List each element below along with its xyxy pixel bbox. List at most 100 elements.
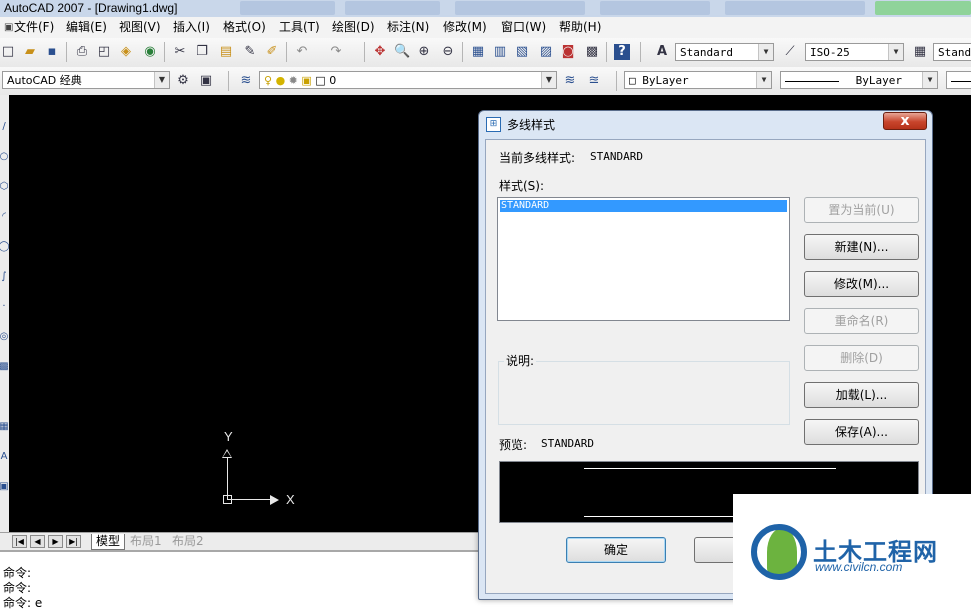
open-icon[interactable]: ▰ <box>22 44 38 60</box>
new-icon[interactable]: □ <box>0 44 16 60</box>
my-workspace-icon[interactable]: ▣ <box>198 73 214 89</box>
separator <box>228 71 229 91</box>
calculator-icon[interactable]: ▩ <box>584 44 600 60</box>
ok-button[interactable]: 确定 <box>566 537 666 563</box>
lineweight-select[interactable] <box>946 71 971 89</box>
first-tab-icon[interactable]: |◀ <box>12 535 27 548</box>
block-editor-icon[interactable]: ✐ <box>264 44 280 60</box>
menu-draw[interactable]: 绘图(D) <box>330 17 377 38</box>
preview-label: 预览: <box>499 438 528 452</box>
list-item[interactable]: STANDARD <box>500 200 787 212</box>
zoom-window-icon[interactable]: ⊕ <box>416 44 432 60</box>
linetype-sample <box>785 80 839 82</box>
menu-file[interactable]: 文件(F) <box>12 17 56 38</box>
window-title: AutoCAD 2007 - [Drawing1.dwg] <box>4 1 178 15</box>
menu-help[interactable]: 帮助(H) <box>557 17 603 38</box>
menu-bar: ▣ 文件(F) 编辑(E) 视图(V) 插入(I) 格式(O) 工具(T) 绘图… <box>0 17 971 39</box>
ucs-x-arrow <box>270 495 279 505</box>
chevron-down-icon: ▼ <box>922 72 937 88</box>
make-current-layer-icon[interactable]: ≋ <box>562 73 578 89</box>
lock-icon: ▣ <box>301 74 312 87</box>
text-style-value: Standard <box>680 46 733 59</box>
design-center-icon[interactable]: ▥ <box>492 44 508 60</box>
close-button[interactable]: x <box>883 112 927 130</box>
pan-icon[interactable]: ✥ <box>372 44 388 60</box>
print-icon[interactable]: ⎙ <box>74 44 90 60</box>
taskbar-blur <box>455 1 585 15</box>
menu-view[interactable]: 视图(V) <box>117 17 163 38</box>
ucs-y-arrow-inner <box>223 451 231 457</box>
text-style-select[interactable]: Standard ▼ <box>675 43 774 61</box>
layer-value: 0 <box>329 74 337 87</box>
print-preview-icon[interactable]: ◰ <box>96 44 112 60</box>
rename-button[interactable]: 重命名(R) <box>804 308 919 334</box>
taskbar-blur <box>600 1 710 15</box>
cut-icon[interactable]: ✂ <box>172 44 188 60</box>
preview-line <box>584 468 836 469</box>
tab-model[interactable]: 模型 <box>91 534 126 550</box>
delete-button[interactable]: 删除(D) <box>804 345 919 371</box>
freeze-icon: ✹ <box>288 74 298 87</box>
sheet-set-icon[interactable]: ▨ <box>538 44 554 60</box>
prev-tab-icon[interactable]: ◀ <box>30 535 45 548</box>
styles-list[interactable]: STANDARD <box>497 197 790 321</box>
paste-icon[interactable]: ▤ <box>218 44 234 60</box>
save-button[interactable]: 保存(A)... <box>804 419 919 445</box>
tab-layout1[interactable]: 布局1 <box>126 534 166 549</box>
next-tab-icon[interactable]: ▶ <box>48 535 63 548</box>
redo-icon[interactable]: ↷ <box>328 44 344 60</box>
markup-icon[interactable]: ◙ <box>560 44 576 60</box>
menu-format[interactable]: 格式(O) <box>221 17 268 38</box>
load-button[interactable]: 加载(L)... <box>804 382 919 408</box>
lineweight-sample <box>951 80 971 82</box>
new-button[interactable]: 新建(N)... <box>804 234 919 260</box>
zoom-realtime-icon[interactable]: 🔍 <box>394 44 410 60</box>
modify-button[interactable]: 修改(M)... <box>804 271 919 297</box>
menu-dimension[interactable]: 标注(N) <box>385 17 431 38</box>
undo-icon[interactable]: ↶ <box>294 44 310 60</box>
layers-toolbar: AutoCAD 经典 ▼ ⚙ ▣ ≋ ♀ ● ✹ ▣ □ 0 ▼ ≋ ≊ □ B… <box>0 67 971 96</box>
workspace-settings-icon[interactable]: ⚙ <box>175 73 191 89</box>
table-style-select[interactable]: Stande <box>933 43 971 61</box>
last-tab-icon[interactable]: ▶| <box>66 535 81 548</box>
menu-tools[interactable]: 工具(T) <box>277 17 322 38</box>
watermark-url: www.civilcn.com <box>815 560 903 574</box>
layer-manager-icon[interactable]: ≋ <box>238 73 254 89</box>
tool-palettes-icon[interactable]: ▧ <box>514 44 530 60</box>
layer-previous-icon[interactable]: ≊ <box>586 73 602 89</box>
save-icon[interactable]: ▪ <box>44 44 60 60</box>
properties-icon[interactable]: ▦ <box>470 44 486 60</box>
taskbar-blur <box>240 1 335 15</box>
menu-window[interactable]: 窗口(W) <box>499 17 548 38</box>
dim-style-select[interactable]: ISO-25 ▼ <box>805 43 904 61</box>
set-current-button[interactable]: 置为当前(U) <box>804 197 919 223</box>
3d-dwf-icon[interactable]: ◉ <box>142 44 158 60</box>
watermark: 土木工程网 www.civilcn.com <box>733 494 971 608</box>
menu-insert[interactable]: 插入(I) <box>171 17 212 38</box>
match-properties-icon[interactable]: ✎ <box>242 44 258 60</box>
zoom-previous-icon[interactable]: ⊖ <box>440 44 456 60</box>
text-style-icon[interactable]: A <box>654 44 670 60</box>
styles-label: 样式(S): <box>499 179 545 193</box>
copy-icon[interactable]: ❐ <box>194 44 210 60</box>
ucs-y-label: Y <box>224 429 233 444</box>
preview-style-name: STANDARD <box>541 437 594 450</box>
tab-layout2[interactable]: 布局2 <box>168 534 208 549</box>
table-style-icon[interactable]: ▦ <box>912 44 928 60</box>
separator <box>606 42 607 62</box>
separator <box>640 42 641 62</box>
linetype-select[interactable]: ByLayer ▼ <box>780 71 938 89</box>
dim-style-icon[interactable]: ⟋ <box>782 44 798 60</box>
menu-modify[interactable]: 修改(M) <box>441 17 489 38</box>
help-icon[interactable]: ? <box>614 44 630 60</box>
workspace-select[interactable]: AutoCAD 经典 ▼ <box>2 71 170 89</box>
dialog-title: 多线样式 <box>507 118 556 132</box>
watermark-ring-icon <box>751 524 807 580</box>
layer-select[interactable]: ♀ ● ✹ ▣ □ 0 ▼ <box>259 71 557 89</box>
workspace-value: AutoCAD 经典 <box>7 74 82 87</box>
menu-edit[interactable]: 编辑(E) <box>64 17 109 38</box>
publish-icon[interactable]: ◈ <box>118 44 134 60</box>
color-select[interactable]: □ ByLayer ▼ <box>624 71 772 89</box>
standard-toolbar: □ ▰ ▪ ⎙ ◰ ◈ ◉ ✂ ❐ ▤ ✎ ✐ ↶ ↷ ✥ 🔍 ⊕ ⊖ ▦ ▥ … <box>0 38 971 68</box>
dialog-title-bar[interactable]: ⊞ 多线样式 x <box>479 111 932 137</box>
